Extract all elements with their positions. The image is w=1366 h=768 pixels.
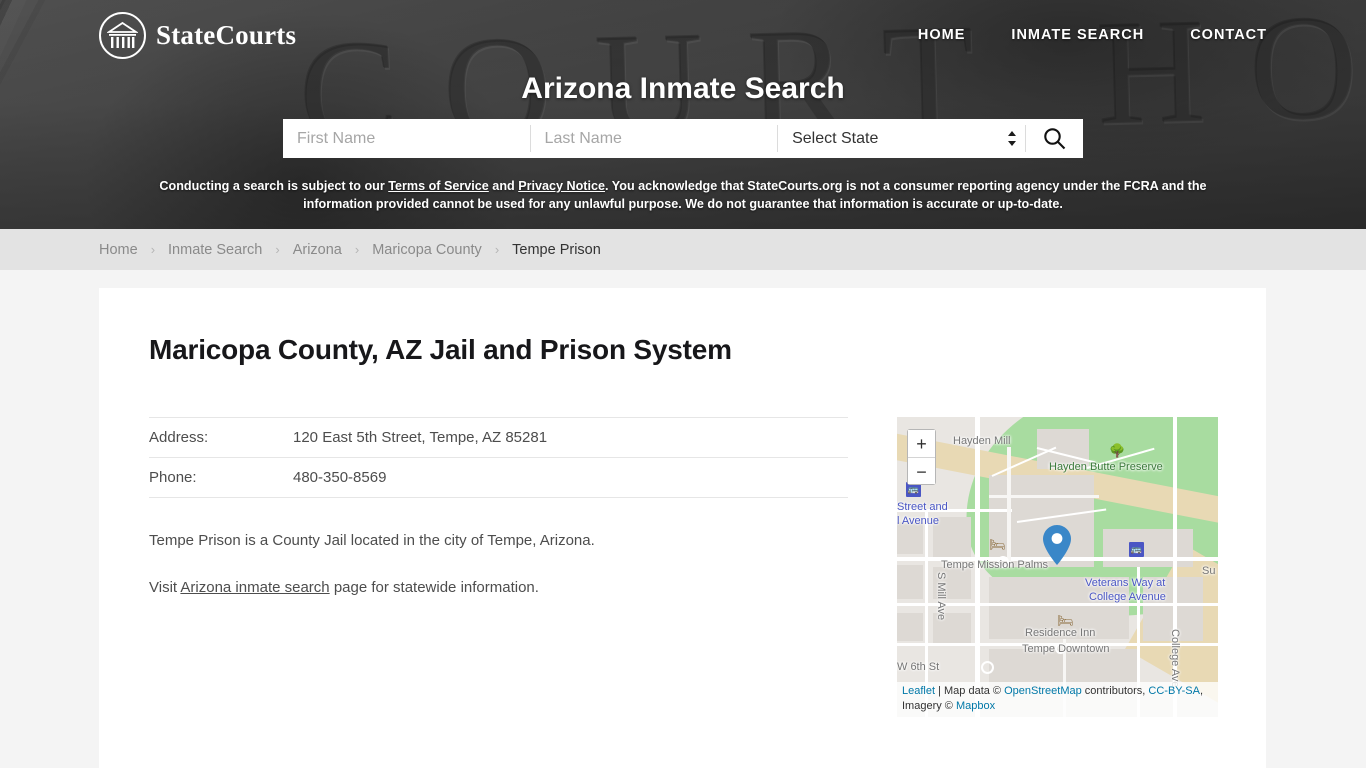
map-label-hayden-butte-preserve: Hayden Butte Preserve xyxy=(1049,461,1163,473)
map-label-avenue: l Avenue xyxy=(897,515,940,527)
nav-item-home[interactable]: HOME xyxy=(918,27,966,43)
breadcrumb-separator: › xyxy=(354,242,360,257)
attribution-sep: | Map data © xyxy=(935,685,1005,697)
nav-item-contact[interactable]: CONTACT xyxy=(1190,27,1267,43)
map-zoom-controls: + − xyxy=(907,429,936,485)
tree-icon: 🌳 xyxy=(1109,443,1126,458)
disclaimer-part-2: and xyxy=(488,179,519,193)
content-card: Maricopa County, AZ Jail and Prison Syst… xyxy=(99,288,1266,768)
search-disclaimer: Conducting a search is subject to our Te… xyxy=(133,177,1233,213)
address-value: 120 East 5th Street, Tempe, AZ 85281 xyxy=(293,417,848,458)
inmate-search-form: Select State xyxy=(283,119,1083,158)
map-label-street-and: Street and xyxy=(897,501,948,513)
map-zoom-in-button[interactable]: + xyxy=(908,430,935,457)
brand-name: StateCourts xyxy=(156,20,297,50)
site-header: COURT HOUSE StateCourts HOME INMATE SEAR… xyxy=(0,0,1366,229)
main-navigation: HOME INMATE SEARCH CONTACT xyxy=(918,27,1267,43)
map-column: 🌳 🛏 🛏 🚌 🚌 Hayden Mill Hayden Butte Prese… xyxy=(897,417,1219,717)
last-name-input[interactable] xyxy=(530,119,778,158)
breadcrumb-separator: › xyxy=(275,242,280,257)
brand-logo-link[interactable]: StateCourts xyxy=(99,12,296,59)
map-road xyxy=(1007,447,1011,562)
search-button[interactable] xyxy=(1026,119,1083,158)
map-label-veterans-way-at: Veterans Way at xyxy=(1085,577,1166,589)
visit-text-prefix: Visit xyxy=(149,579,181,596)
table-row: Address: 120 East 5th Street, Tempe, AZ … xyxy=(149,417,848,458)
transit-icon: 🚌 xyxy=(1129,542,1144,557)
breadcrumb-bar: Home › Inmate Search › Arizona › Maricop… xyxy=(0,229,1366,270)
statewide-info-paragraph: Visit Arizona inmate search page for sta… xyxy=(149,579,849,596)
nav-item-inmate-search[interactable]: INMATE SEARCH xyxy=(1011,27,1144,43)
map-label-residence-inn: Residence Inn xyxy=(1025,627,1096,639)
facility-info-table: Address: 120 East 5th Street, Tempe, AZ … xyxy=(149,417,848,498)
openstreetmap-link[interactable]: OpenStreetMap xyxy=(1004,685,1082,697)
phone-value: 480-350-8569 xyxy=(293,457,848,498)
map-roundabout xyxy=(981,661,994,674)
breadcrumb-item-maricopa-county[interactable]: Maricopa County xyxy=(372,242,482,258)
breadcrumb: Home › Inmate Search › Arizona › Maricop… xyxy=(99,242,601,258)
visit-text-suffix: page for statewide information. xyxy=(329,579,539,596)
arizona-inmate-search-link[interactable]: Arizona inmate search xyxy=(180,579,329,596)
address-label: Address: xyxy=(149,417,293,458)
hero-title: Arizona Inmate Search xyxy=(521,72,845,105)
map-label-college-avenue: College Avenue xyxy=(1089,591,1166,603)
map-road xyxy=(989,495,1099,498)
state-select[interactable]: Select State xyxy=(778,119,1026,158)
map-label-tempe-downtown: Tempe Downtown xyxy=(1022,643,1110,655)
map-label-college-ave: College Ave xyxy=(1169,629,1181,688)
map-pin-icon[interactable] xyxy=(1043,525,1071,565)
breadcrumb-separator: › xyxy=(494,242,500,257)
map-block xyxy=(989,475,1094,567)
facility-description: Tempe Prison is a County Jail located in… xyxy=(149,532,595,549)
terms-of-service-link[interactable]: Terms of Service xyxy=(388,179,489,193)
location-map[interactable]: 🌳 🛏 🛏 🚌 🚌 Hayden Mill Hayden Butte Prese… xyxy=(897,417,1218,717)
map-block xyxy=(897,565,923,599)
mapbox-link[interactable]: Mapbox xyxy=(956,700,995,712)
hotel-icon: 🛏 xyxy=(989,537,1006,552)
courthouse-icon xyxy=(99,12,146,59)
map-label-w-6th-st: W 6th St xyxy=(897,661,940,673)
map-label-tempe-mission-palms: Tempe Mission Palms xyxy=(941,559,1048,571)
table-row: Phone: 480-350-8569 xyxy=(149,457,848,498)
map-attribution: Leaflet | Map data © OpenStreetMap contr… xyxy=(897,682,1218,717)
breadcrumb-item-arizona[interactable]: Arizona xyxy=(293,242,342,258)
map-block xyxy=(1103,529,1193,567)
breadcrumb-item-current: Tempe Prison xyxy=(512,241,601,258)
map-label-s-mill-ave: S Mill Ave xyxy=(935,572,947,621)
privacy-notice-link[interactable]: Privacy Notice xyxy=(518,179,605,193)
phone-label: Phone: xyxy=(149,457,293,498)
leaflet-link[interactable]: Leaflet xyxy=(902,685,935,697)
facility-details: Address: 120 East 5th Street, Tempe, AZ … xyxy=(149,417,849,717)
map-label-hayden-mill: Hayden Mill xyxy=(953,435,1011,447)
breadcrumb-separator: › xyxy=(150,242,156,257)
page-body: Maricopa County, AZ Jail and Prison Syst… xyxy=(0,270,1366,768)
attribution-contrib: contributors, xyxy=(1081,685,1149,697)
cc-by-sa-link[interactable]: CC-BY-SA xyxy=(1148,685,1200,697)
breadcrumb-item-home[interactable]: Home xyxy=(99,242,138,258)
disclaimer-part-1: Conducting a search is subject to our xyxy=(159,179,389,193)
page-title: Maricopa County, AZ Jail and Prison Syst… xyxy=(149,334,732,365)
map-label-su: Su xyxy=(1202,565,1216,577)
breadcrumb-item-inmate-search[interactable]: Inmate Search xyxy=(168,242,262,258)
map-block xyxy=(897,613,923,641)
first-name-input[interactable] xyxy=(283,119,530,158)
search-icon xyxy=(1044,128,1066,150)
map-zoom-out-button[interactable]: − xyxy=(908,457,935,484)
